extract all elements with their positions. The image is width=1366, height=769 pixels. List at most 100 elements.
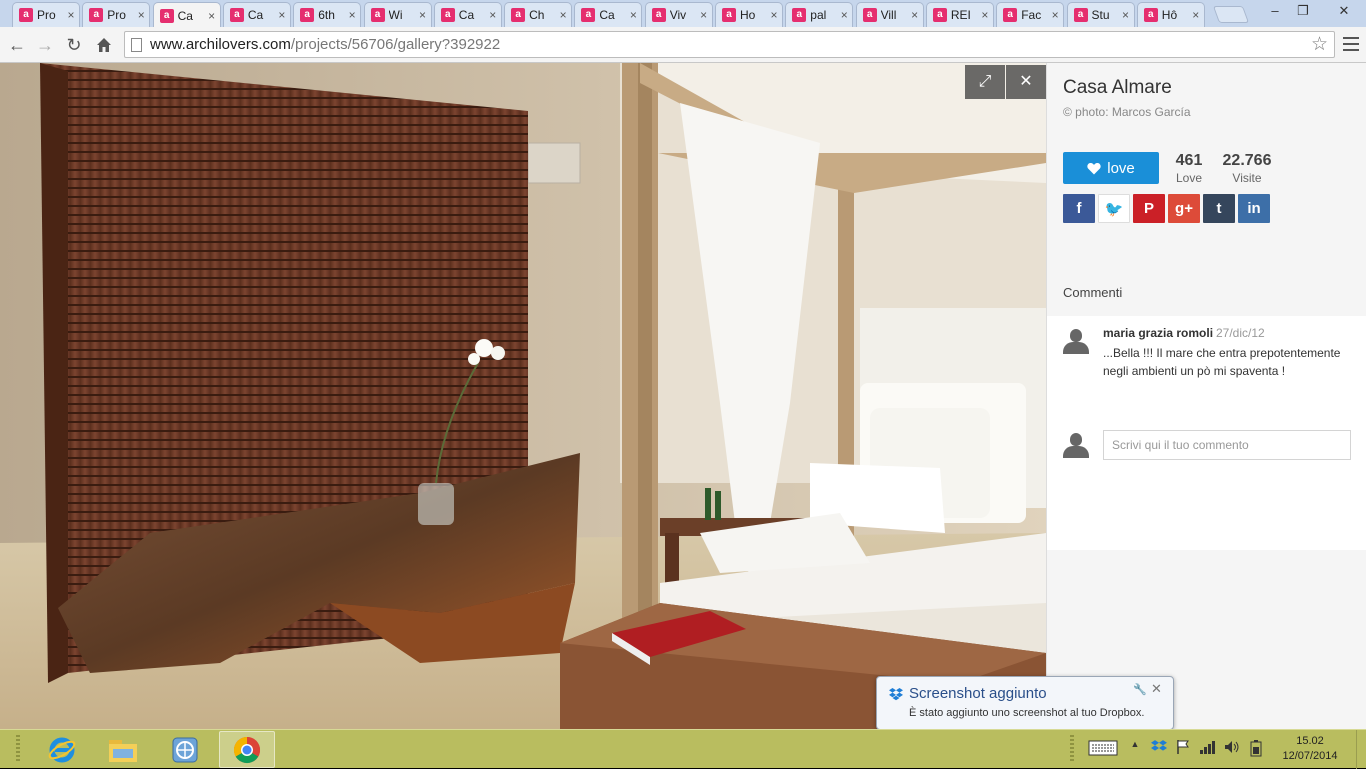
forward-button[interactable]: → bbox=[33, 33, 57, 57]
tab-close-icon[interactable]: × bbox=[63, 8, 79, 22]
battery-icon[interactable] bbox=[1246, 739, 1266, 759]
wrench-icon[interactable]: 🔧 bbox=[1133, 683, 1147, 696]
browser-tab[interactable]: a Ca × bbox=[222, 2, 291, 27]
love-count-value: 461 bbox=[1175, 152, 1203, 169]
browser-tab[interactable]: a Vill × bbox=[855, 2, 924, 27]
address-bar[interactable]: www.archilovers.com/projects/56706/galle… bbox=[124, 31, 1335, 58]
comment-input[interactable]: Scrivi qui il tuo commento bbox=[1103, 430, 1351, 460]
window-close-button[interactable]: ✕ bbox=[1326, 2, 1362, 20]
tab-label: Pro bbox=[37, 8, 56, 22]
restore-button[interactable]: ❐ bbox=[1290, 2, 1316, 20]
facebook-share-button[interactable]: f bbox=[1063, 194, 1095, 223]
linkedin-share-button[interactable]: in bbox=[1238, 194, 1270, 223]
love-button[interactable]: love bbox=[1063, 152, 1159, 184]
browser-tab[interactable]: a Stu × bbox=[1066, 2, 1135, 27]
tab-label: Ch bbox=[529, 8, 545, 22]
archilovers-favicon-icon: a bbox=[89, 8, 104, 22]
tab-close-icon[interactable]: × bbox=[1188, 8, 1204, 22]
chrome-button[interactable] bbox=[219, 731, 275, 768]
browser-tab[interactable]: a Ch × bbox=[504, 2, 573, 27]
tab-close-icon[interactable]: × bbox=[1118, 8, 1134, 22]
browser-tab[interactable]: a Ca × bbox=[152, 2, 221, 28]
tumblr-icon: t bbox=[1216, 200, 1222, 217]
tab-close-icon[interactable]: × bbox=[766, 8, 782, 22]
folder-icon bbox=[109, 739, 137, 762]
twitter-share-button[interactable]: 🐦 bbox=[1098, 194, 1130, 223]
browser-tab[interactable]: a pal × bbox=[785, 2, 854, 27]
archilovers-favicon-icon: a bbox=[1143, 8, 1158, 22]
tab-label: 6th bbox=[318, 8, 335, 22]
pinterest-icon: P bbox=[1143, 200, 1154, 217]
flag-icon[interactable] bbox=[1174, 739, 1192, 759]
signal-icon[interactable] bbox=[1198, 739, 1218, 759]
browser-tab[interactable]: a Pro × bbox=[82, 2, 151, 27]
browser-tab[interactable]: a Hô × bbox=[1136, 2, 1205, 27]
tab-label: REI bbox=[950, 8, 971, 22]
browser-tab[interactable]: a Wi × bbox=[363, 2, 432, 27]
tab-label: Ca bbox=[177, 8, 193, 23]
browser-tab[interactable]: a Pro × bbox=[12, 2, 80, 27]
url-text[interactable]: www.archilovers.com/projects/56706/galle… bbox=[150, 36, 500, 53]
home-icon bbox=[97, 38, 111, 52]
back-button[interactable]: ← bbox=[5, 33, 29, 57]
browser-tab[interactable]: a 6th × bbox=[293, 2, 362, 27]
tab-close-icon[interactable]: × bbox=[133, 8, 149, 22]
back-arrow-icon: ← bbox=[8, 35, 26, 55]
dropbox-notification[interactable]: Screenshot aggiunto È stato aggiunto uno… bbox=[876, 676, 1174, 730]
tab-label: Vill bbox=[880, 8, 897, 22]
chrome-menu-button[interactable] bbox=[1342, 33, 1360, 57]
comment-author[interactable]: maria grazia romoli bbox=[1103, 326, 1213, 340]
notification-close-icon[interactable]: ✕ bbox=[1151, 681, 1162, 697]
home-button[interactable] bbox=[92, 33, 116, 57]
tab-label: Ho bbox=[740, 8, 756, 22]
browser-tab[interactable]: a Ca × bbox=[433, 2, 502, 27]
reload-button[interactable]: ↻ bbox=[62, 33, 86, 57]
google-plus-share-button[interactable]: g+ bbox=[1168, 194, 1200, 223]
minimize-button[interactable]: – bbox=[1262, 2, 1288, 20]
volume-icon[interactable] bbox=[1222, 739, 1242, 759]
browser-tab[interactable]: a Fac × bbox=[996, 2, 1065, 27]
tab-close-icon[interactable]: × bbox=[977, 8, 993, 22]
tab-close-icon[interactable]: × bbox=[1047, 8, 1063, 22]
tray-expand-icon[interactable]: ▲ bbox=[1128, 739, 1142, 759]
dropbox-icon bbox=[889, 688, 903, 701]
browser-tab[interactable]: a Viv × bbox=[644, 2, 713, 27]
tab-close-icon[interactable]: × bbox=[907, 8, 923, 22]
tab-close-icon[interactable]: × bbox=[204, 9, 220, 23]
browser-tab[interactable]: a REI × bbox=[925, 2, 994, 27]
archilovers-favicon-icon: a bbox=[651, 8, 666, 22]
tab-close-icon[interactable]: × bbox=[836, 8, 852, 22]
browser-tab[interactable]: a Ca × bbox=[574, 2, 643, 27]
heart-icon bbox=[1087, 162, 1101, 174]
tab-close-icon[interactable]: × bbox=[344, 8, 360, 22]
chrome-icon bbox=[233, 736, 261, 763]
url-host: www.archilovers.com bbox=[150, 36, 291, 53]
internet-explorer-button[interactable] bbox=[34, 731, 90, 768]
show-desktop-button[interactable] bbox=[1356, 730, 1366, 769]
notification-message: È stato aggiunto uno screenshot al tuo D… bbox=[909, 707, 1145, 719]
fullscreen-button[interactable]: ⤢ bbox=[965, 65, 1005, 99]
tab-close-icon[interactable]: × bbox=[696, 8, 712, 22]
tumblr-share-button[interactable]: t bbox=[1203, 194, 1235, 223]
globe-icon bbox=[172, 737, 198, 762]
file-explorer-button[interactable] bbox=[95, 731, 151, 768]
tab-close-icon[interactable]: × bbox=[625, 8, 641, 22]
tab-close-icon[interactable]: × bbox=[555, 8, 571, 22]
tab-close-icon[interactable]: × bbox=[485, 8, 501, 22]
browser-tab[interactable]: a Ho × bbox=[715, 2, 783, 27]
new-tab-button[interactable] bbox=[1212, 6, 1250, 23]
bookmark-star-icon[interactable]: ☆ bbox=[1311, 33, 1328, 56]
pinterest-share-button[interactable]: P bbox=[1133, 194, 1165, 223]
gallery-close-button[interactable]: ✕ bbox=[1006, 65, 1046, 99]
tab-label: Ca bbox=[599, 8, 615, 22]
gallery-photo bbox=[0, 63, 1046, 729]
system-clock[interactable]: 15.02 12/07/2014 bbox=[1278, 734, 1342, 764]
tab-close-icon[interactable]: × bbox=[274, 8, 290, 22]
tab-close-icon[interactable]: × bbox=[415, 8, 431, 22]
network-app-button[interactable] bbox=[157, 731, 213, 768]
dropbox-tray-icon[interactable] bbox=[1150, 739, 1168, 759]
page-icon bbox=[131, 38, 142, 52]
internet-explorer-icon bbox=[48, 737, 76, 762]
keyboard-icon[interactable] bbox=[1086, 739, 1120, 759]
comments-section: maria grazia romoli 27/dic/12 ...Bella !… bbox=[1047, 316, 1366, 550]
